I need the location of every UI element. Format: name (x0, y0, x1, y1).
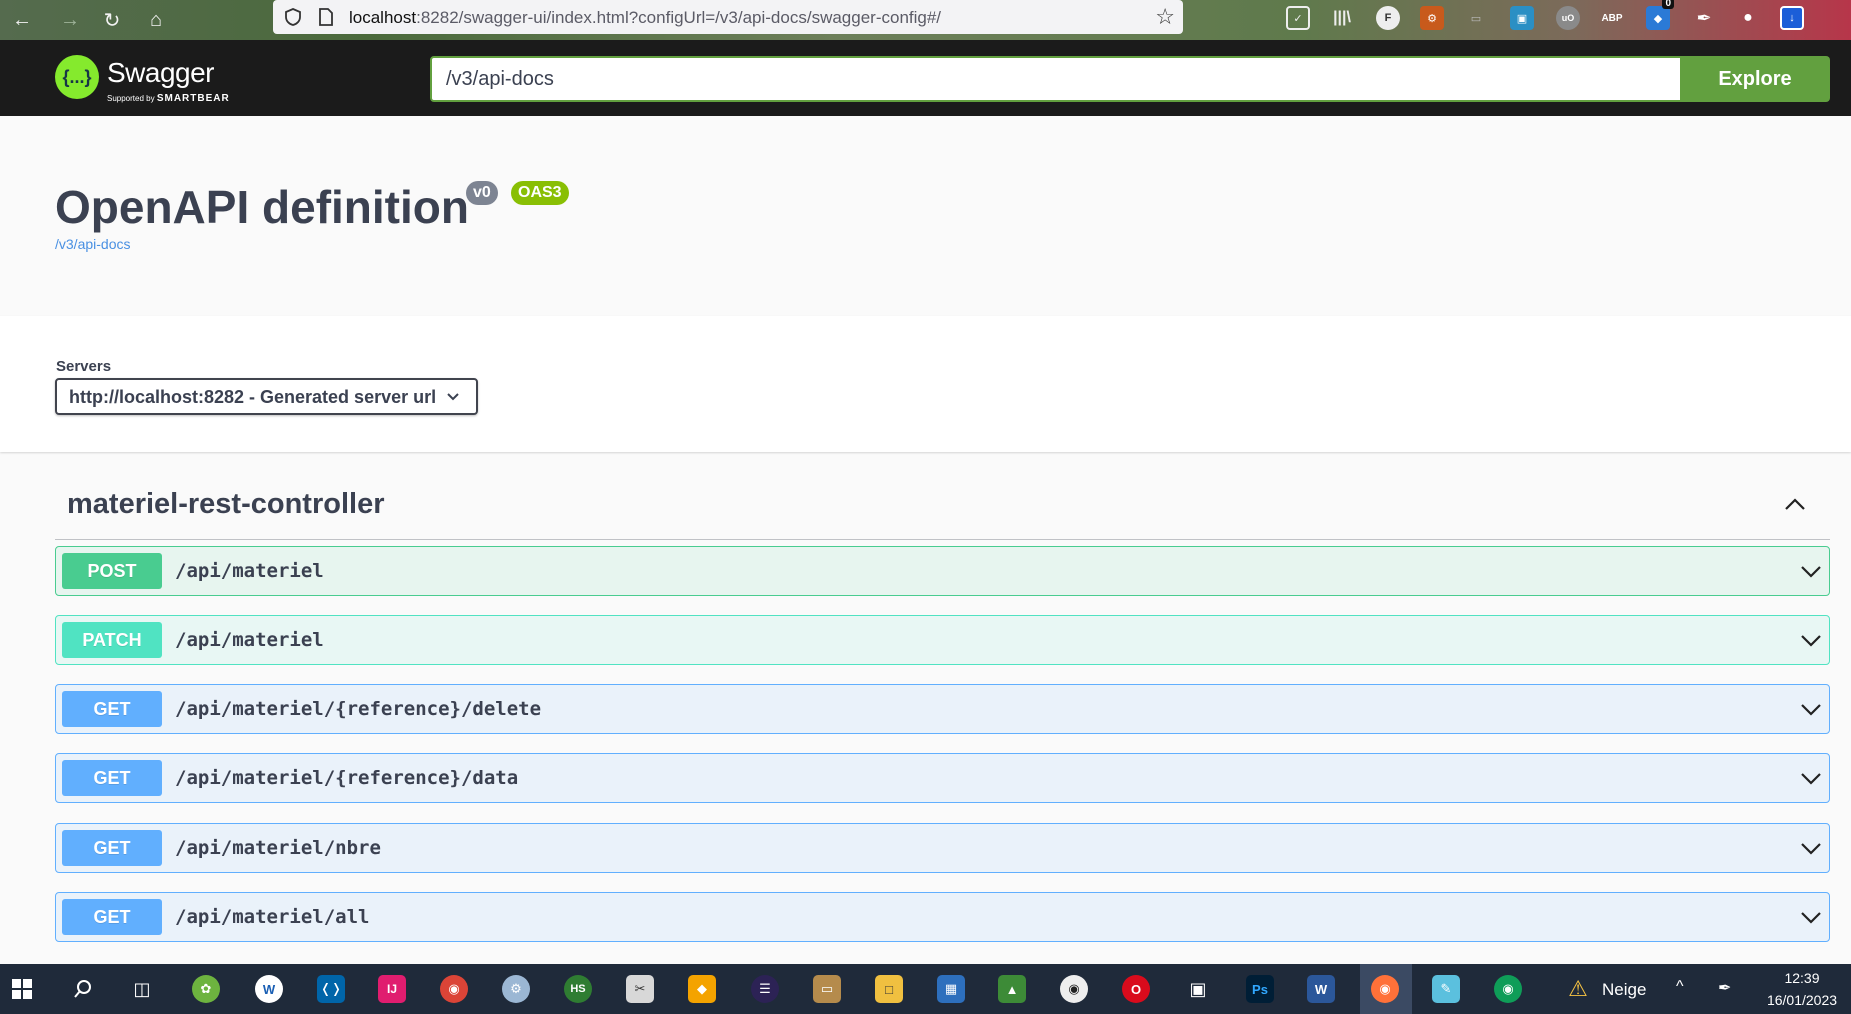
method-badge: GET (62, 760, 162, 796)
animal-app-icon[interactable]: ◉ (1060, 975, 1088, 1003)
home-icon[interactable]: ⌂ (140, 4, 172, 36)
pool-ball-icon[interactable]: ● (1736, 6, 1760, 30)
opblock-get-all[interactable]: GET /api/materiel/all (55, 892, 1830, 942)
chrome-secondary-icon[interactable]: ◉ (1494, 975, 1522, 1003)
photoshop-icon[interactable]: Ps (1246, 975, 1274, 1003)
pocket-icon[interactable]: ✓ (1286, 6, 1310, 30)
address-bar[interactable]: localhost:8282/swagger-ui/index.html?con… (273, 0, 1183, 34)
url-text: localhost:8282/swagger-ui/index.html?con… (349, 8, 942, 27)
chrome-icon[interactable]: ◉ (440, 975, 468, 1003)
screen-extension-icon[interactable]: ▣ (1510, 6, 1534, 30)
back-icon[interactable]: ← (6, 4, 38, 36)
swagger-logo-text: Swagger (107, 57, 215, 88)
forward-icon[interactable]: → (54, 4, 86, 36)
method-badge: GET (62, 691, 162, 727)
chevron-down-icon (1801, 773, 1821, 785)
method-badge: GET (62, 899, 162, 935)
operation-path: /api/materiel/nbre (175, 837, 381, 859)
tag-header[interactable]: materiel-rest-controller (55, 476, 1830, 540)
weather-text[interactable]: Neige (1602, 980, 1646, 1000)
network-app-icon[interactable]: ▦ (937, 975, 965, 1003)
operation-path: /api/materiel (175, 629, 324, 651)
servers-selected-value: http://localhost:8282 - Generated server… (69, 387, 437, 407)
file-explorer-icon[interactable]: □ (875, 975, 903, 1003)
library-icon[interactable]: |||\ (1330, 6, 1354, 30)
opblock-get-nbre[interactable]: GET /api/materiel/nbre (55, 823, 1830, 873)
download-icon[interactable]: ↓ (1780, 6, 1804, 30)
method-badge: GET (62, 830, 162, 866)
gear-extension-icon[interactable]: ⚙ (1420, 6, 1444, 30)
notepad-icon[interactable]: ✎ (1432, 975, 1460, 1003)
eclipse-icon[interactable]: ☰ (751, 975, 779, 1003)
opblock-post-materiel[interactable]: POST /api/materiel (55, 546, 1830, 596)
task-view-icon[interactable]: ◫ (128, 975, 156, 1003)
chevron-down-icon (447, 393, 459, 401)
clipboard-icon[interactable]: ▭ (1464, 6, 1488, 30)
shield-icon (285, 8, 301, 26)
diamond-app-icon[interactable]: ◆ (688, 975, 716, 1003)
adblock-icon[interactable]: ABP (1600, 6, 1624, 30)
screen: ← → ↻ ⌂ localhost:8282/swagger-ui/index.… (0, 0, 1851, 1014)
heidisql-icon[interactable]: HS (564, 975, 592, 1003)
clock-date[interactable]: 16/01/2023 (1762, 992, 1842, 1008)
chevron-down-icon (1801, 912, 1821, 924)
weather-warning-icon[interactable]: ⚠ (1564, 975, 1592, 1003)
snipping-tool-icon[interactable]: ✂ (626, 975, 654, 1003)
page-icon (319, 8, 333, 26)
opblock-get-reference-data[interactable]: GET /api/materiel/{reference}/data (55, 753, 1830, 803)
windows-start-icon[interactable] (12, 979, 32, 999)
swagger-logo-subtitle: Supported by SMARTBEAR (107, 93, 230, 104)
bookmark-star-icon[interactable]: ☆ (1155, 4, 1175, 30)
clock-time[interactable]: 12:39 (1762, 970, 1842, 986)
word-icon[interactable]: W (1307, 975, 1335, 1003)
search-icon[interactable] (72, 978, 94, 1000)
operation-path: /api/materiel (175, 560, 324, 582)
spec-link[interactable]: /v3/api-docs (55, 236, 130, 252)
extension-counter-icon[interactable]: 0 ◆ (1646, 0, 1674, 30)
chevron-down-icon (1801, 635, 1821, 647)
operation-path: /api/materiel/all (175, 906, 370, 928)
chevron-down-icon (1801, 566, 1821, 578)
oas-badge: OAS3 (511, 181, 569, 205)
operation-path: /api/materiel/{reference}/delete (175, 698, 542, 720)
eyedropper-icon[interactable]: ✒ (1692, 6, 1716, 30)
chevron-up-icon[interactable] (1784, 494, 1806, 516)
browser-toolbar: ← → ↻ ⌂ localhost:8282/swagger-ui/index.… (0, 0, 1851, 40)
settings-app-icon[interactable]: ⚙ (502, 975, 530, 1003)
api-info: OpenAPI definition v0 OAS3 /v3/api-docs (0, 116, 1851, 316)
servers-select[interactable]: http://localhost:8282 - Generated server… (55, 378, 478, 415)
swagger-topbar: {...} Swagger Supported by SMARTBEAR Exp… (0, 40, 1851, 116)
opera-icon[interactable]: O (1122, 975, 1150, 1003)
reload-icon[interactable]: ↻ (96, 4, 128, 36)
server-network-icon[interactable]: ▣ (1184, 975, 1212, 1003)
firefox-icon[interactable]: ◉ (1371, 975, 1399, 1003)
explore-button[interactable]: Explore (1680, 56, 1830, 102)
chevron-up-tray-icon[interactable]: ^ (1676, 978, 1684, 996)
version-badge: v0 (466, 181, 498, 205)
opblock-get-reference-delete[interactable]: GET /api/materiel/{reference}/delete (55, 684, 1830, 734)
chevron-down-icon (1801, 843, 1821, 855)
spring-tool-icon[interactable]: ✿ (192, 975, 220, 1003)
archive-app-icon[interactable]: ▭ (813, 975, 841, 1003)
vscode-icon[interactable]: ❬❭ (317, 975, 345, 1003)
chart-app-icon[interactable]: ▲ (998, 975, 1026, 1003)
servers-label: Servers (56, 358, 112, 375)
intellij-icon[interactable]: IJ (378, 975, 406, 1003)
windows-taskbar: ◫ ✿ W ❬❭ IJ ◉ ⚙ HS ✂ ◆ ☰ ▭ □ ▦ ▲ ◉ O ▣ P… (0, 964, 1851, 1014)
ublock-icon[interactable]: uO (1556, 6, 1580, 30)
operation-path: /api/materiel/{reference}/data (175, 767, 519, 789)
method-badge: POST (62, 553, 162, 589)
profile-f-icon[interactable]: F (1376, 6, 1400, 30)
app-w-icon[interactable]: W (255, 975, 283, 1003)
tag-title: materiel-rest-controller (67, 488, 385, 520)
method-badge: PATCH (62, 622, 162, 658)
opblock-patch-materiel[interactable]: PATCH /api/materiel (55, 615, 1830, 665)
api-title: OpenAPI definition (55, 181, 469, 233)
servers-section: Servers http://localhost:8282 - Generate… (0, 316, 1851, 452)
chevron-down-icon (1801, 704, 1821, 716)
pen-tray-icon[interactable]: ✒ (1718, 978, 1731, 998)
swagger-logo-icon[interactable]: {...} (55, 55, 99, 99)
spec-url-input[interactable] (430, 56, 1682, 102)
